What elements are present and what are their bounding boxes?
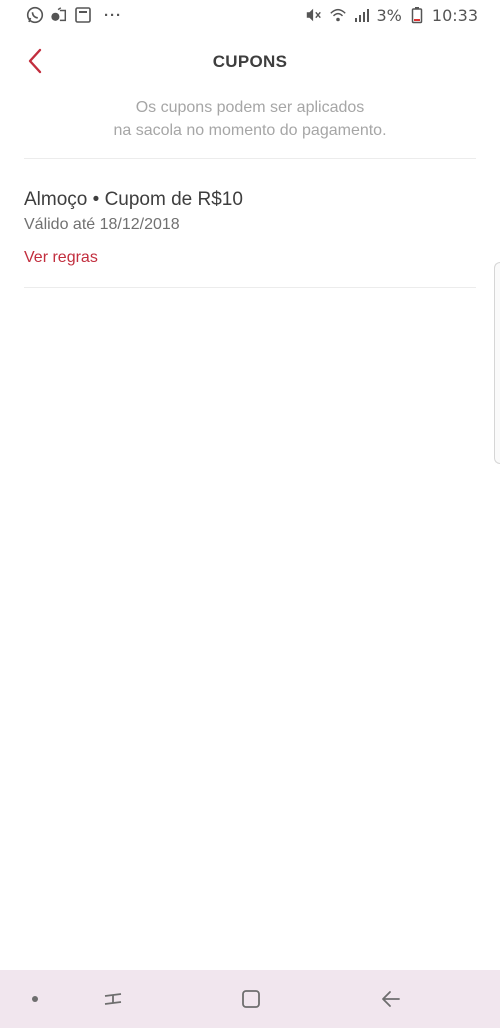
- coupon-title: Almoço • Cupom de R$10: [24, 189, 243, 210]
- clock: 10:33: [431, 5, 478, 25]
- edge-panel-handle[interactable]: [494, 262, 500, 464]
- mute-icon: [305, 6, 323, 24]
- wifi-icon: [329, 6, 347, 24]
- more-notifications: ···: [104, 6, 122, 24]
- whatsapp-icon: [26, 6, 44, 24]
- back-button[interactable]: [18, 46, 52, 80]
- battery-percent: 3%: [376, 5, 402, 25]
- status-bar: ··· 3% 10:33: [0, 0, 500, 30]
- app-header: CUPONS: [0, 38, 500, 86]
- app-icon: [50, 6, 68, 24]
- view-rules-link[interactable]: Ver regras: [24, 247, 98, 269]
- back-arrow-icon[interactable]: [376, 984, 406, 1014]
- page-title: CUPONS: [212, 52, 288, 71]
- coupons-hint-line2: na sacola no momento do pagamento.: [113, 122, 387, 139]
- recent-apps-icon[interactable]: [98, 984, 128, 1014]
- battery-icon: [408, 6, 426, 24]
- coupons-hint: Os cupons podem ser aplicados na sacola …: [0, 96, 500, 142]
- home-icon[interactable]: [236, 984, 266, 1014]
- coupon-validity: Válido até 18/12/2018: [24, 216, 180, 233]
- signal-icon: [353, 6, 371, 24]
- status-right: 3% 10:33: [305, 5, 478, 25]
- status-left: ···: [26, 6, 122, 24]
- dot-icon[interactable]: [20, 984, 50, 1014]
- divider: [24, 287, 476, 288]
- chevron-left-icon: [25, 48, 45, 79]
- coupons-hint-line1: Os cupons podem ser aplicados: [135, 99, 365, 116]
- navigation-bar: [0, 970, 500, 1028]
- divider: [24, 158, 476, 159]
- gallery-icon: [74, 6, 92, 24]
- coupon-item: Almoço • Cupom de R$10 Válido até 18/12/…: [24, 186, 476, 269]
